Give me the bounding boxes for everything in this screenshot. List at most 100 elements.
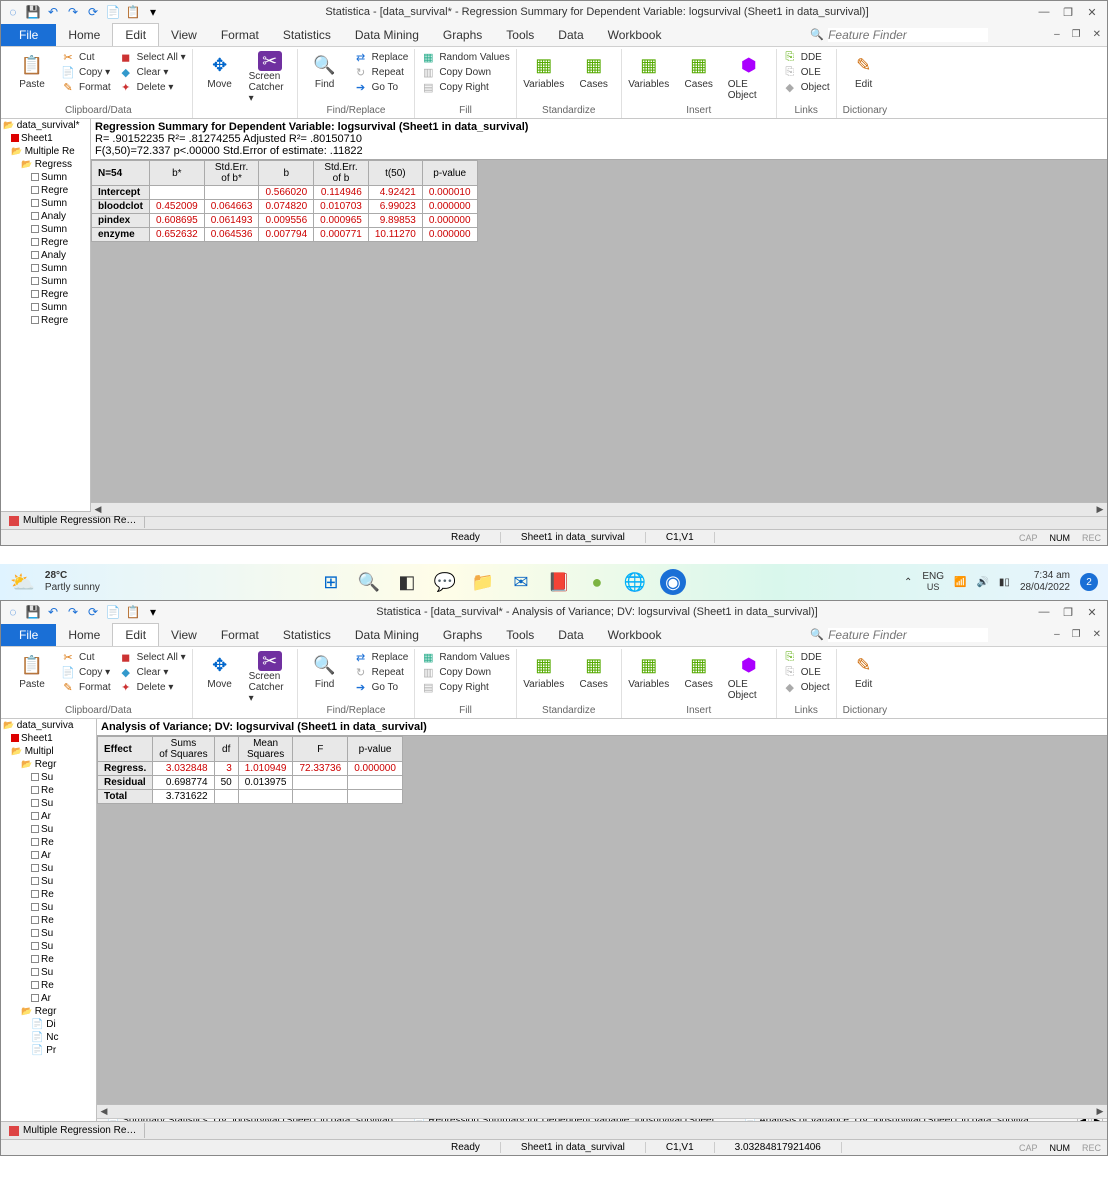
std-cases-button[interactable]: ▦Cases: [573, 51, 615, 90]
col-header[interactable]: F: [293, 737, 348, 762]
feature-finder-input[interactable]: [828, 628, 988, 642]
weather-icon[interactable]: ⛅: [10, 570, 35, 595]
goto-button[interactable]: ➔Go To: [354, 81, 409, 94]
pdf-icon[interactable]: 📕: [546, 569, 572, 595]
mdi-close-icon[interactable]: ✕: [1087, 629, 1107, 640]
tab-workbook[interactable]: Workbook: [596, 24, 674, 46]
qat-paste-icon[interactable]: 📋: [125, 604, 141, 620]
qat-more-icon[interactable]: ▾: [145, 604, 161, 620]
cell[interactable]: 3.032848: [153, 762, 214, 776]
minimize-icon[interactable]: —: [1033, 6, 1055, 19]
mail-icon[interactable]: ✉: [508, 569, 534, 595]
tab-graphs[interactable]: Graphs: [431, 624, 494, 646]
ole-link-button[interactable]: ⎘OLE: [783, 666, 830, 679]
close-icon[interactable]: ✕: [1081, 6, 1103, 19]
ole-object-button[interactable]: ⬢OLE Object: [728, 51, 770, 101]
doctab-3[interactable]: 📄 Analysis of Variance; DV: logsurvival …: [738, 1118, 1044, 1121]
delete-button[interactable]: ✦Delete ▾: [119, 81, 186, 94]
cell[interactable]: 0.074820: [259, 200, 314, 214]
qat-refresh-icon[interactable]: ⟳: [85, 604, 101, 620]
tab-statistics[interactable]: Statistics: [271, 24, 343, 46]
tree-item[interactable]: Su: [1, 966, 96, 979]
copy-down-button[interactable]: ▥Copy Down: [421, 666, 509, 679]
tray-clock[interactable]: 7:34 am 28/04/2022: [1020, 570, 1070, 594]
table-row[interactable]: Intercept0.5660200.1149464.924210.000010: [92, 186, 478, 200]
feature-finder-input[interactable]: [828, 28, 988, 42]
selectall-button[interactable]: ◼Select All ▾: [119, 651, 186, 664]
delete-button[interactable]: ✦Delete ▾: [119, 681, 186, 694]
screen-catcher-button[interactable]: ✂Screen Catcher ▾: [249, 51, 291, 104]
cell[interactable]: 0.064663: [204, 200, 259, 214]
qat-save-icon[interactable]: 💾: [25, 604, 41, 620]
cell[interactable]: 0.013975: [238, 776, 293, 790]
col-header[interactable]: p-value: [348, 737, 403, 762]
h-scrollbar[interactable]: ◀▶: [97, 1104, 1107, 1118]
replace-button[interactable]: ⇄Replace: [354, 51, 409, 64]
restore-icon[interactable]: ❐: [1057, 606, 1079, 619]
tree-item[interactable]: Sumn: [1, 197, 90, 210]
qat-more-icon[interactable]: ▾: [145, 4, 161, 20]
tree-item[interactable]: Analy: [1, 249, 90, 262]
explorer-icon[interactable]: 📁: [470, 569, 496, 595]
copy-button[interactable]: 📄Copy ▾: [61, 66, 111, 79]
tree-item[interactable]: Re: [1, 914, 96, 927]
cut-button[interactable]: ✂Cut: [61, 51, 111, 64]
tree-item[interactable]: Sumn: [1, 262, 90, 275]
cell[interactable]: 0.608695: [150, 214, 205, 228]
tab-edit[interactable]: Edit: [112, 23, 159, 46]
tab-graphs[interactable]: Graphs: [431, 24, 494, 46]
move-button[interactable]: ✥Move: [199, 651, 241, 690]
copy-down-button[interactable]: ▥Copy Down: [421, 66, 509, 79]
repeat-button[interactable]: ↻Repeat: [354, 66, 409, 79]
cell[interactable]: 0.000000: [422, 200, 477, 214]
minimize-icon[interactable]: —: [1033, 606, 1055, 619]
tree-item[interactable]: Su: [1, 901, 96, 914]
table-row[interactable]: bloodclot0.4520090.0646630.0748200.01070…: [92, 200, 478, 214]
ole-link-button[interactable]: ⎘OLE: [783, 66, 830, 79]
tree-item[interactable]: Ar: [1, 849, 96, 862]
ins-cases-button[interactable]: ▦Cases: [678, 651, 720, 690]
cell[interactable]: 0.064536: [204, 228, 259, 242]
tree-item[interactable]: Su: [1, 862, 96, 875]
cell[interactable]: 0.114946: [314, 186, 369, 200]
tree-sheet[interactable]: Sheet1: [1, 732, 96, 745]
notification-badge[interactable]: 2: [1080, 573, 1098, 591]
col-header[interactable]: Sumsof Squares: [153, 737, 214, 762]
tab-left-icon[interactable]: ◀: [1077, 516, 1089, 517]
tray-lang[interactable]: ENG: [922, 571, 944, 582]
goto-button[interactable]: ➔Go To: [354, 681, 409, 694]
tree-multiple[interactable]: Multiple Re: [1, 145, 90, 158]
std-variables-button[interactable]: ▦Variables: [523, 651, 565, 690]
tree-regress[interactable]: Regress: [1, 158, 90, 171]
table-row[interactable]: enzyme0.6526320.0645360.0077940.00077110…: [92, 228, 478, 242]
weather-widget[interactable]: 28°C Partly sunny: [45, 570, 100, 594]
format-button[interactable]: ✎Format: [61, 681, 111, 694]
tree-item[interactable]: Re: [1, 953, 96, 966]
tree-sheet[interactable]: Sheet1: [1, 132, 90, 145]
feature-finder[interactable]: 🔍: [810, 628, 1048, 642]
table-row[interactable]: pindex0.6086950.0614930.0095560.0009659.…: [92, 214, 478, 228]
workbook-tab[interactable]: Multiple Regression Re…: [1, 1123, 145, 1138]
tab-workbook[interactable]: Workbook: [596, 624, 674, 646]
tree-item[interactable]: Su: [1, 927, 96, 940]
copy-right-button[interactable]: ▤Copy Right: [421, 81, 509, 94]
feature-finder[interactable]: 🔍: [810, 28, 1048, 42]
tree-item[interactable]: Su: [1, 875, 96, 888]
cell[interactable]: [348, 776, 403, 790]
ins-variables-button[interactable]: ▦Variables: [628, 51, 670, 90]
clear-button[interactable]: ◆Clear ▾: [119, 66, 186, 79]
tree-regr2[interactable]: Regr: [1, 1005, 96, 1018]
tab-format[interactable]: Format: [209, 24, 271, 46]
battery-icon[interactable]: ▮▯: [999, 577, 1010, 588]
tree-root[interactable]: data_survival*: [1, 119, 90, 132]
tab-tools[interactable]: Tools: [494, 624, 546, 646]
paste-button[interactable]: 📋Paste: [11, 51, 53, 90]
ins-variables-button[interactable]: ▦Variables: [628, 651, 670, 690]
cell[interactable]: [293, 776, 348, 790]
start-icon[interactable]: ⊞: [318, 569, 344, 595]
tree-item[interactable]: Sumn: [1, 171, 90, 184]
doctab-1[interactable]: 📄 Summary Statistics; DV: logsurvival (S…: [101, 1118, 399, 1121]
random-values-button[interactable]: ▦Random Values: [421, 51, 509, 64]
tree-item[interactable]: 📄 Nc: [1, 1031, 96, 1044]
tab-right-icon[interactable]: ▶: [1091, 516, 1103, 517]
